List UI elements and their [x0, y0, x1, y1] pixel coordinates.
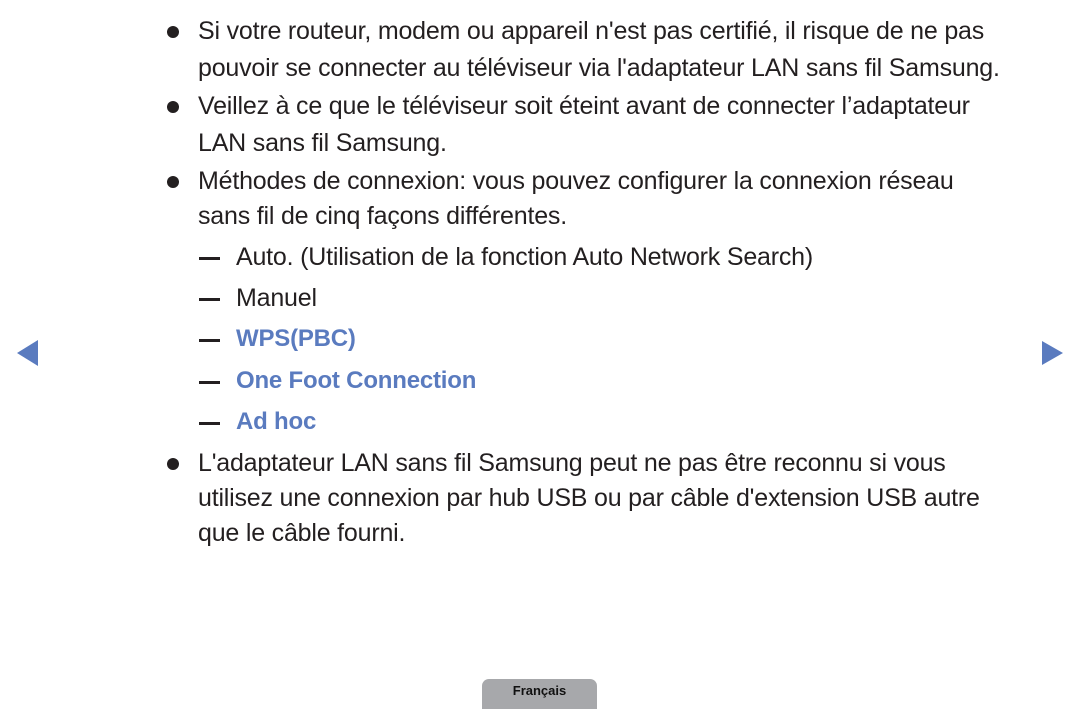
- method-one-foot-connection-link[interactable]: One Foot Connection: [236, 366, 476, 396]
- bullet-icon: [167, 101, 179, 113]
- bullet-4-line-1: L'adaptateur LAN sans fil Samsung peut n…: [198, 449, 946, 477]
- bullet-icon: [167, 176, 179, 188]
- method-manuel: Manuel: [236, 284, 317, 312]
- bullet-4-line-3: que le câble fourni.: [198, 519, 406, 547]
- bullet-2-line-2: LAN sans fil Samsung.: [198, 129, 447, 157]
- bullet-icon: [167, 26, 179, 38]
- next-page-arrow-icon[interactable]: [1042, 341, 1063, 365]
- bullet-1-line-1: Si votre routeur, modem ou appareil n'es…: [198, 17, 985, 45]
- bullet-1-line-2: pouvoir se connecter au téléviseur via l…: [198, 54, 1000, 82]
- dash-icon: [199, 381, 220, 384]
- bullet-4-line-2: utilisez une connexion par hub USB ou pa…: [198, 484, 980, 512]
- bullet-3-line-2: sans fil de cinq façons différentes.: [198, 202, 567, 230]
- dash-icon: [199, 298, 220, 301]
- previous-page-arrow-icon[interactable]: [17, 340, 38, 366]
- dash-icon: [199, 257, 220, 260]
- bullet-2-line-1: Veillez à ce que le téléviseur soit étei…: [198, 92, 970, 120]
- bullet-3-line-1: Méthodes de connexion: vous pouvez confi…: [198, 167, 954, 195]
- dash-icon: [199, 422, 220, 425]
- method-wps-pbc-link[interactable]: WPS(PBC): [236, 324, 356, 354]
- method-ad-hoc-link[interactable]: Ad hoc: [236, 407, 316, 437]
- dash-icon: [199, 339, 220, 342]
- method-auto: Auto. (Utilisation de la fonction Auto N…: [236, 243, 813, 271]
- bullet-icon: [167, 458, 179, 470]
